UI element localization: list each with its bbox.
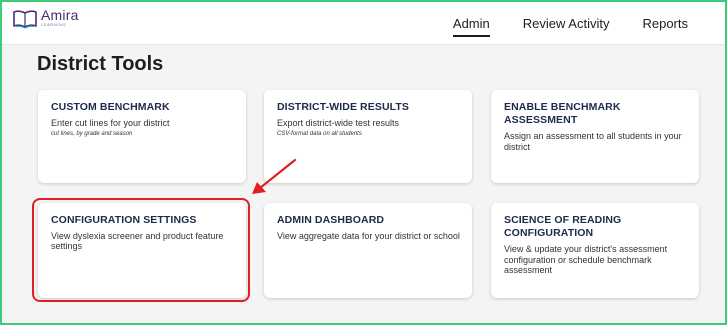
science-of-reading-configuration-card[interactable]: SCIENCE OF READING CONFIGURATION View & …	[491, 203, 699, 298]
nav-reports[interactable]: Reports	[642, 16, 688, 37]
nav-review-activity[interactable]: Review Activity	[523, 16, 610, 37]
card-title: CUSTOM BENCHMARK	[51, 101, 170, 113]
card-note: cut lines, by grade and season	[51, 131, 133, 138]
logo-wordmark: Amira	[41, 7, 79, 23]
custom-benchmark-card[interactable]: CUSTOM BENCHMARK Enter cut lines for you…	[38, 90, 246, 183]
district-wide-results-card[interactable]: DISTRICT-WIDE RESULTS Export district-wi…	[264, 90, 472, 183]
card-title: SCIENCE OF READING CONFIGURATION	[504, 214, 622, 240]
top-bar: Amira LEARNING Admin Review Activity Rep…	[2, 2, 725, 45]
configuration-settings-card[interactable]: CONFIGURATION SETTINGS View dyslexia scr…	[38, 203, 246, 298]
nav-admin[interactable]: Admin	[452, 16, 490, 37]
card-title: CONFIGURATION SETTINGS	[51, 214, 197, 226]
card-description: View & update your district's assessment…	[504, 244, 668, 275]
enable-benchmark-assessment-card[interactable]: ENABLE BENCHMARK ASSESSMENT Assign an as…	[491, 90, 699, 183]
page-title: District Tools	[37, 53, 164, 75]
logo-tagline: LEARNING	[41, 22, 67, 27]
main-nav: Admin Review Activity Reports	[452, 16, 688, 37]
app-window: Amira LEARNING Admin Review Activity Rep…	[0, 0, 727, 325]
amira-logo[interactable]: Amira LEARNING	[12, 8, 79, 30]
card-title: ADMIN DASHBOARD	[277, 214, 385, 226]
book-logo-icon	[13, 10, 37, 29]
card-title: DISTRICT-WIDE RESULTS	[277, 101, 409, 113]
card-note: CSV-format data on all students	[277, 131, 362, 138]
card-title: ENABLE BENCHMARK ASSESSMENT	[504, 101, 621, 127]
admin-dashboard-card[interactable]: ADMIN DASHBOARD View aggregate data for …	[264, 203, 472, 298]
card-description: Enter cut lines for your district	[51, 118, 170, 129]
card-description: View aggregate data for your district or…	[277, 231, 460, 242]
card-description: Assign an assessment to all students in …	[504, 131, 682, 152]
card-description: View dyslexia screener and product featu…	[51, 231, 224, 252]
card-description: Export district-wide test results	[277, 118, 400, 129]
